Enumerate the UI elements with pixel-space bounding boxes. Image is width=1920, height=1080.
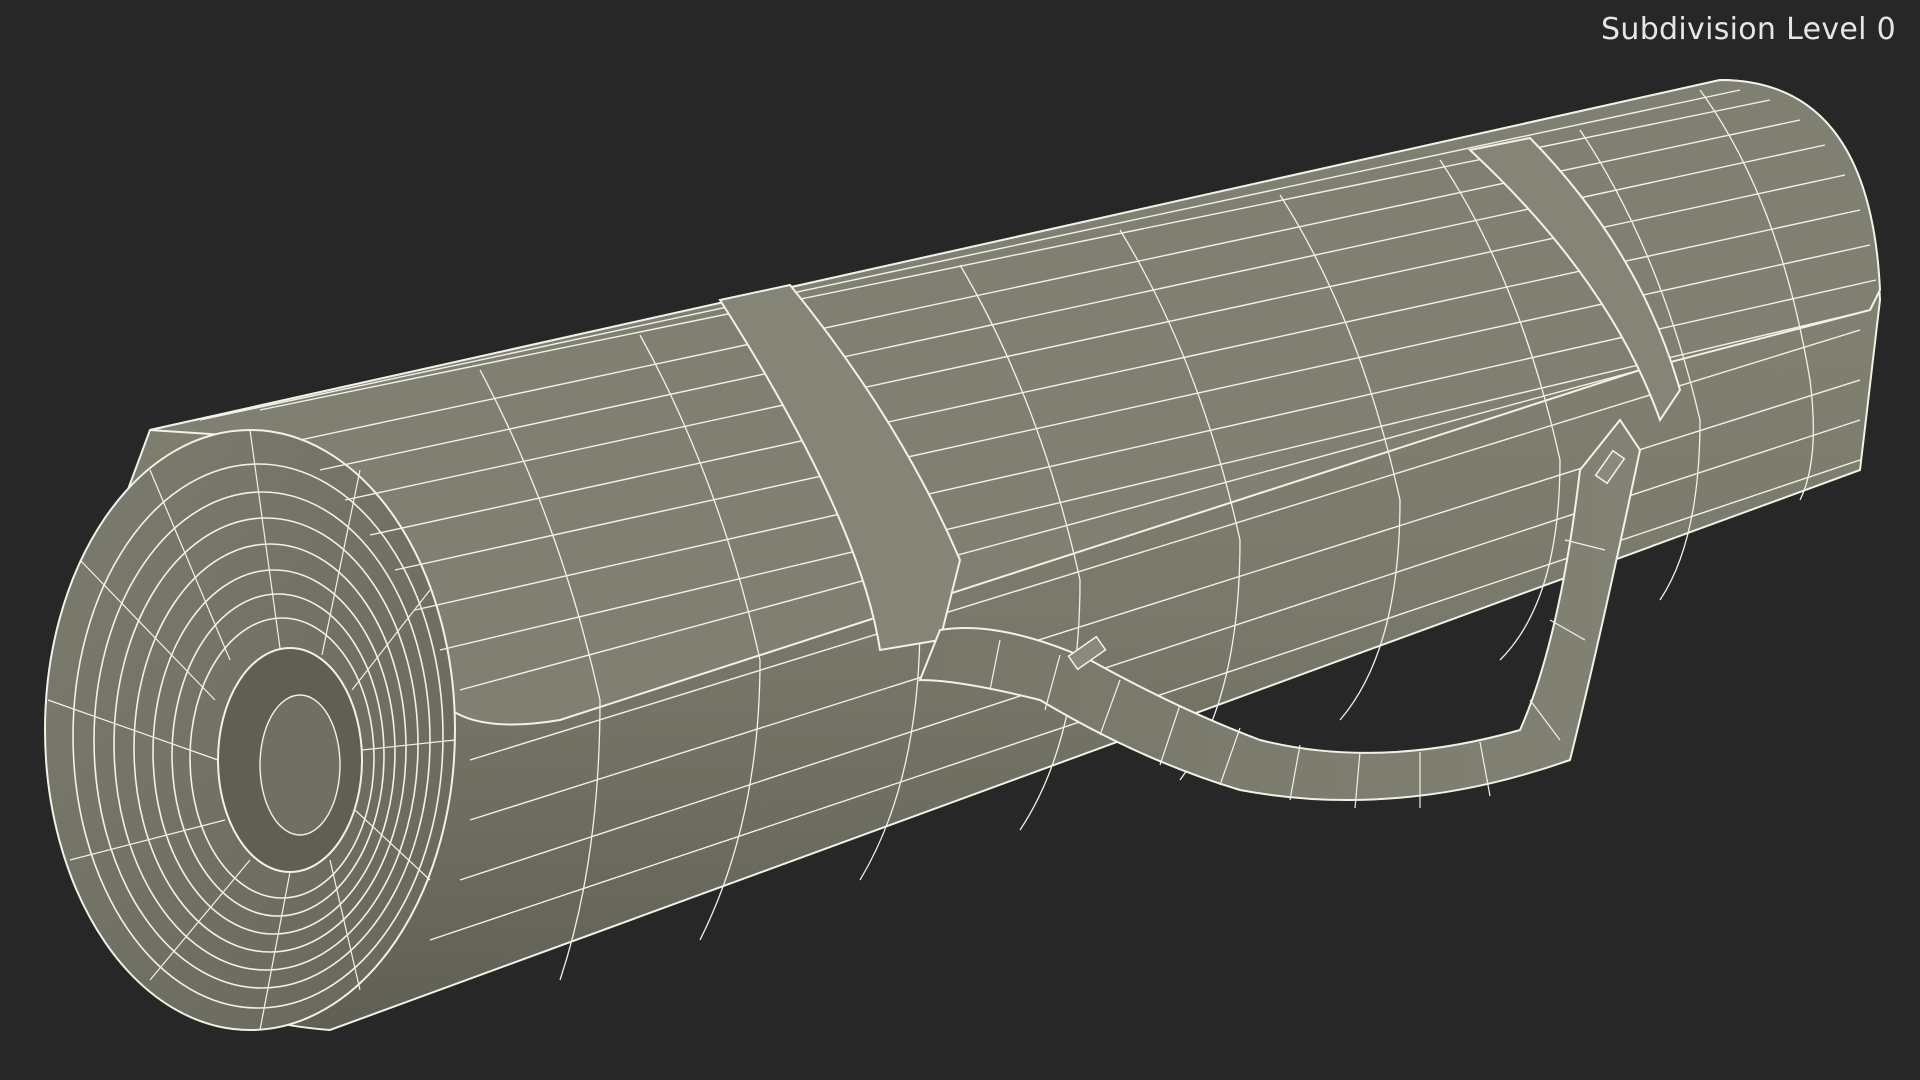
rolled-mat-wireframe-model: [44, 78, 1882, 1032]
3d-viewport[interactable]: Subdivision Level 0: [0, 0, 1920, 1080]
subdivision-level-label: Subdivision Level 0: [1601, 12, 1896, 47]
